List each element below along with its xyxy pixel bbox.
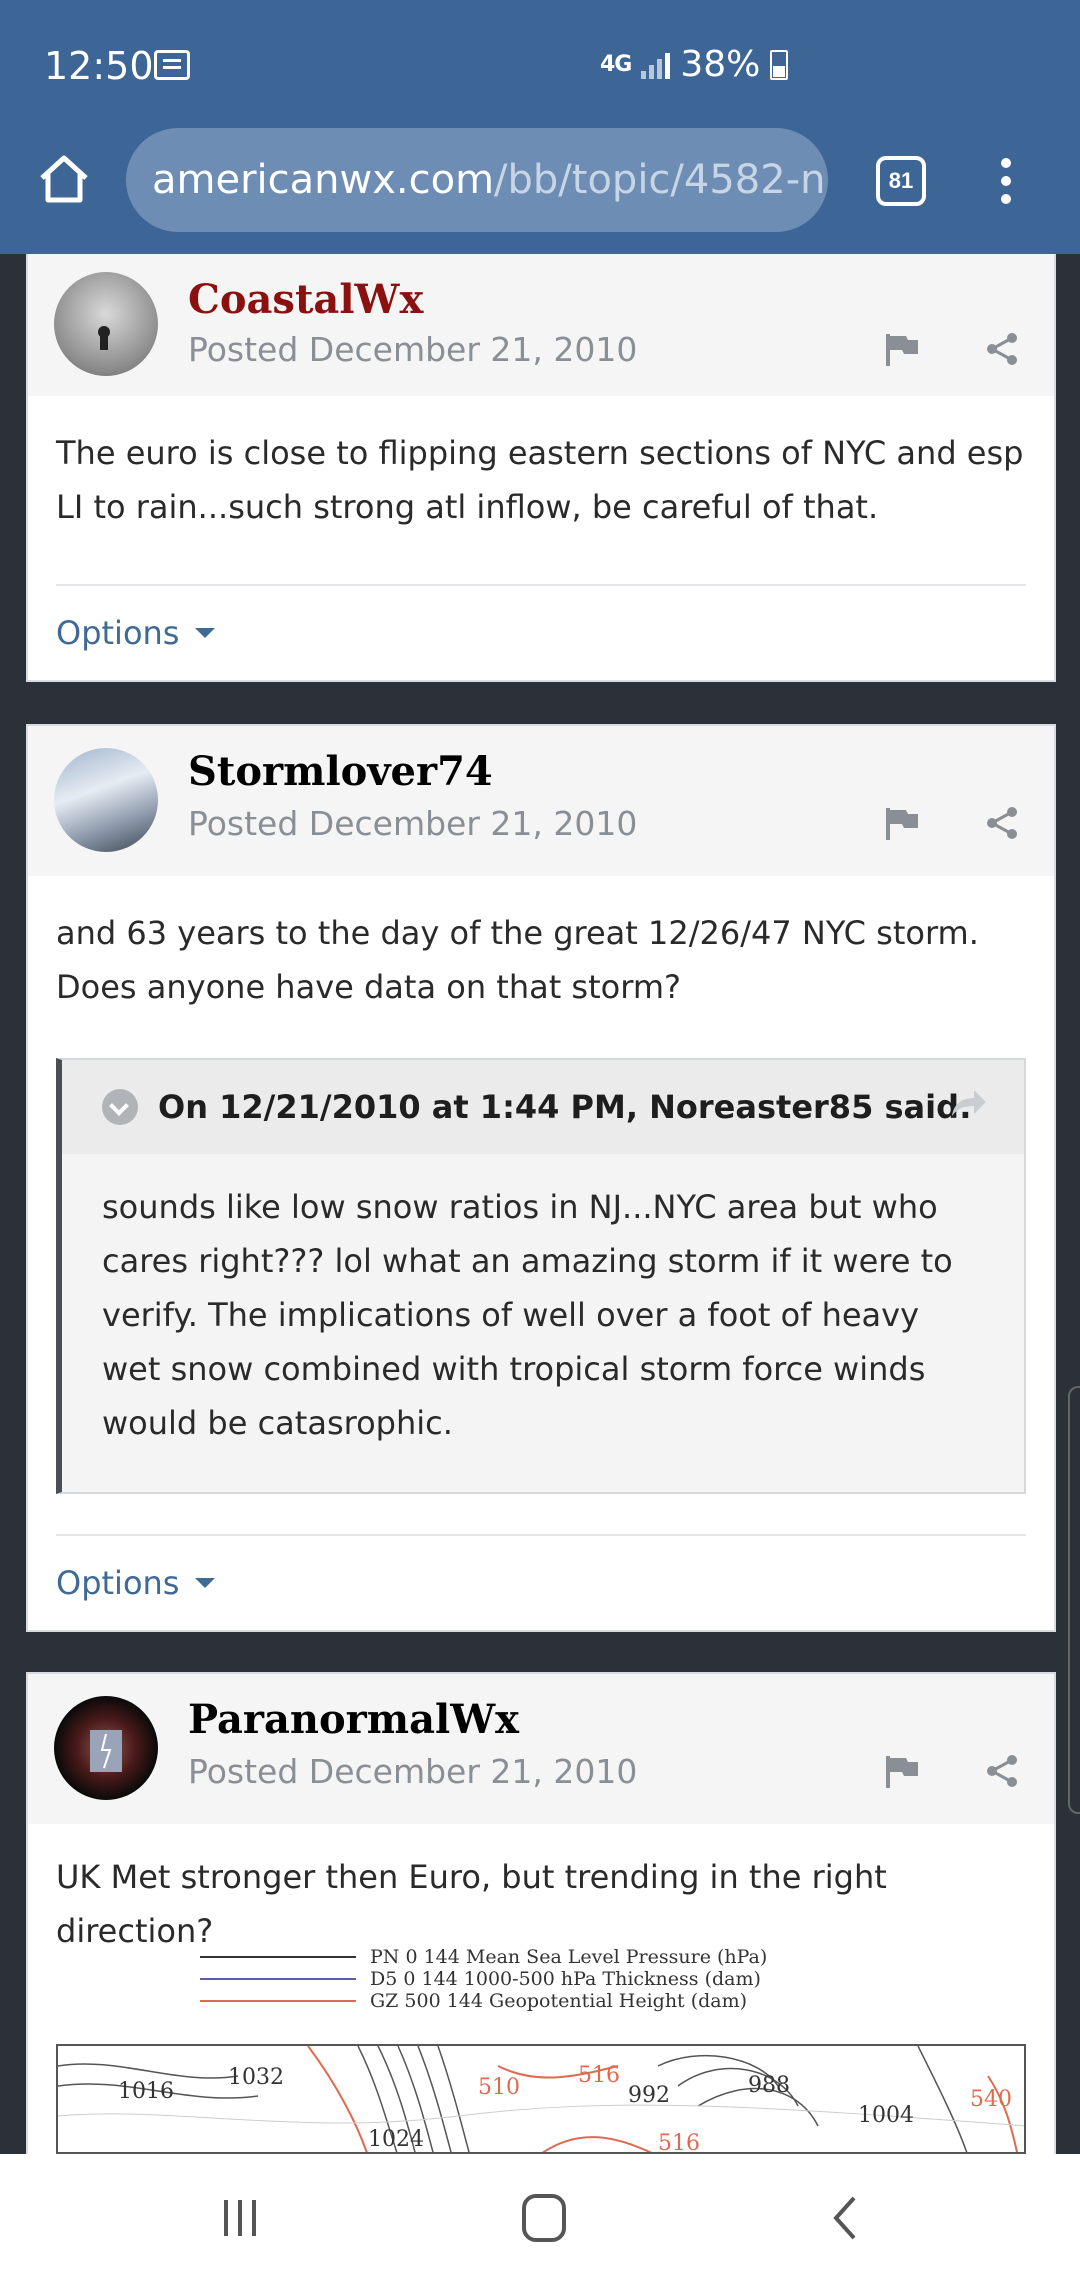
- status-time: 12:50: [44, 44, 154, 88]
- url-path: /bb/topic/4582-n: [494, 157, 826, 203]
- browser-header: 12:50 4G 38% americanwx.com/bb/topic/458…: [0, 0, 1080, 254]
- legend-item: PN 0 144 Mean Sea Level Pressure (hPa): [370, 1946, 768, 1968]
- quote-body: sounds like low snow ratios in NJ...NYC …: [102, 1188, 953, 1442]
- quote-toggle-icon[interactable]: [102, 1089, 138, 1125]
- avatar[interactable]: [54, 272, 158, 376]
- legend-swatch: [200, 1956, 356, 1958]
- post-header: ParanormalWx Posted December 21, 2010: [28, 1674, 1054, 1824]
- signal-icon: [641, 51, 671, 79]
- options-button[interactable]: Options: [56, 614, 216, 652]
- map-label: 1004: [858, 2103, 914, 2128]
- post-body: UK Met stronger then Euro, but trending …: [56, 1858, 887, 1950]
- post-date: Posted December 21, 2010: [188, 1752, 638, 1791]
- message-notification-icon: [154, 50, 190, 80]
- options-button[interactable]: Options: [56, 1564, 216, 1602]
- url-host: americanwx.com: [152, 157, 495, 203]
- map-label: 540: [970, 2087, 1012, 2112]
- quote-link-icon[interactable]: [948, 1088, 988, 1118]
- post: Stormlover74 Posted December 21, 2010 an…: [26, 724, 1056, 1632]
- author-name[interactable]: ParanormalWx: [188, 1696, 519, 1743]
- quote-block: On 12/21/2010 at 1:44 PM, Noreaster85 sa…: [56, 1058, 1026, 1494]
- post-date: Posted December 21, 2010: [188, 804, 638, 843]
- battery-icon: [770, 49, 789, 80]
- post-header: Stormlover74 Posted December 21, 2010: [28, 726, 1054, 876]
- flag-icon[interactable]: [884, 1754, 920, 1788]
- author-name[interactable]: Stormlover74: [188, 748, 493, 795]
- post-header: CoastalWx Posted December 21, 2010: [28, 254, 1054, 396]
- map-label: 516: [658, 2131, 700, 2154]
- map-label: 1032: [228, 2065, 284, 2090]
- post: CoastalWx Posted December 21, 2010 The e…: [26, 254, 1056, 682]
- battery-percent: 38%: [680, 44, 761, 85]
- map-label: 992: [628, 2083, 670, 2108]
- post-body: The euro is close to flipping eastern se…: [56, 434, 1024, 526]
- flag-icon[interactable]: [884, 332, 920, 366]
- map-label: 516: [578, 2063, 620, 2088]
- map-legend: PN 0 144 Mean Sea Level Pressure (hPa) D…: [200, 1946, 767, 2012]
- quote-attribution: On 12/21/2010 at 1:44 PM, Noreaster85 sa…: [158, 1088, 972, 1126]
- post-date: Posted December 21, 2010: [188, 330, 638, 369]
- network-type: 4G: [600, 52, 632, 77]
- home-nav-icon[interactable]: [504, 2188, 584, 2248]
- chevron-down-icon: [195, 1578, 216, 1588]
- scroll-handle[interactable]: [1068, 1386, 1080, 1814]
- avatar[interactable]: [54, 748, 158, 852]
- system-nav-bar: [0, 2154, 1080, 2280]
- quote-header[interactable]: On 12/21/2010 at 1:44 PM, Noreaster85 sa…: [62, 1060, 1024, 1154]
- divider: [56, 584, 1026, 586]
- share-icon[interactable]: [984, 1754, 1020, 1788]
- url-bar[interactable]: americanwx.com/bb/topic/4582-n: [126, 128, 828, 232]
- back-icon[interactable]: [806, 2188, 886, 2248]
- legend-item: GZ 500 144 Geopotential Height (dam): [370, 1990, 748, 2012]
- post-body: and 63 years to the day of the great 12/…: [56, 914, 979, 1006]
- flag-icon[interactable]: [884, 806, 920, 840]
- author-name[interactable]: CoastalWx: [188, 276, 423, 323]
- share-icon[interactable]: [984, 806, 1020, 840]
- options-label: Options: [56, 614, 180, 652]
- home-icon[interactable]: [36, 150, 92, 206]
- status-indicators: 4G 38%: [600, 44, 789, 85]
- legend-swatch: [200, 1978, 356, 1980]
- recents-icon[interactable]: [200, 2188, 280, 2248]
- map-label: 1024: [368, 2127, 424, 2152]
- share-icon[interactable]: [984, 332, 1020, 366]
- options-label: Options: [56, 1564, 180, 1602]
- divider: [56, 1534, 1026, 1536]
- map-label: 1016: [118, 2079, 174, 2104]
- avatar[interactable]: [54, 1696, 158, 1800]
- weather-map-image[interactable]: 1016 1032 1024 510 516 992 988 1004 540 …: [56, 2044, 1026, 2154]
- chevron-down-icon: [195, 628, 216, 638]
- legend-swatch: [200, 2000, 356, 2002]
- menu-icon[interactable]: [998, 158, 1014, 208]
- tabs-icon[interactable]: 81: [876, 156, 926, 206]
- map-label: 510: [478, 2075, 520, 2100]
- legend-item: D5 0 144 1000-500 hPa Thickness (dam): [370, 1968, 761, 1990]
- map-label: 988: [748, 2073, 790, 2098]
